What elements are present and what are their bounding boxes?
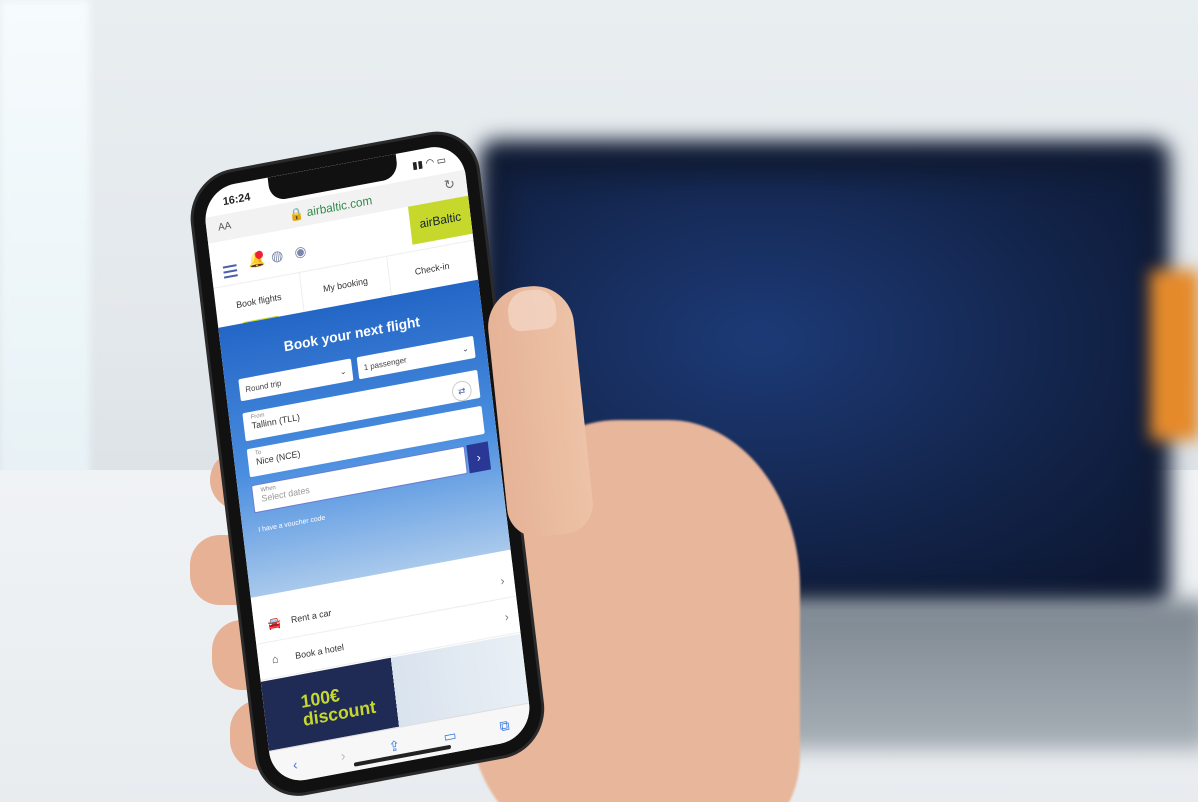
car-icon: 🚘 bbox=[267, 616, 282, 632]
promo-text: 100€ discount bbox=[300, 680, 377, 730]
booking-panel: Book your next flight Round trip ⌄ 1 pas… bbox=[218, 279, 511, 598]
user-profile-icon[interactable]: ◉ bbox=[294, 242, 308, 261]
book-a-hotel-label: Book a hotel bbox=[294, 641, 345, 661]
voucher-link[interactable]: I have a voucher code bbox=[258, 515, 326, 534]
search-submit-button[interactable]: › bbox=[466, 441, 492, 474]
forward-icon[interactable]: › bbox=[340, 747, 346, 764]
back-icon[interactable]: ‹ bbox=[292, 756, 298, 773]
background-object bbox=[1150, 270, 1198, 440]
rent-a-car-label: Rent a car bbox=[290, 607, 332, 625]
chevron-right-icon: › bbox=[503, 609, 510, 625]
bookmarks-icon[interactable]: ▭ bbox=[442, 726, 457, 745]
globe-icon[interactable]: ◍ bbox=[270, 246, 284, 265]
share-icon[interactable]: ⇪ bbox=[388, 736, 401, 755]
background-window bbox=[0, 0, 90, 520]
tabs-icon[interactable]: ⧉ bbox=[499, 716, 511, 735]
text-size-button[interactable]: AA bbox=[218, 220, 232, 233]
house-icon: ⌂ bbox=[271, 653, 280, 667]
phone-screen: 16:24 ▮▮ ◠ ▭ AA 🔒 airbaltic.com ↻ 🔔 ◍ ◉ … bbox=[201, 141, 534, 786]
signal-wifi-battery-icon: ▮▮ ◠ ▭ bbox=[411, 154, 447, 173]
hamburger-menu-icon[interactable] bbox=[222, 261, 238, 282]
chevron-down-icon: ⌄ bbox=[339, 366, 347, 377]
chevron-down-icon: ⌄ bbox=[461, 343, 470, 354]
reload-icon[interactable]: ↻ bbox=[443, 176, 455, 194]
chevron-right-icon: › bbox=[499, 573, 506, 589]
status-time: 16:24 bbox=[222, 191, 252, 209]
trip-type-value: Round trip bbox=[244, 378, 282, 394]
passengers-value: 1 passenger bbox=[363, 354, 408, 372]
photo-scene: 16:24 ▮▮ ◠ ▭ AA 🔒 airbaltic.com ↻ 🔔 ◍ ◉ … bbox=[0, 0, 1198, 802]
